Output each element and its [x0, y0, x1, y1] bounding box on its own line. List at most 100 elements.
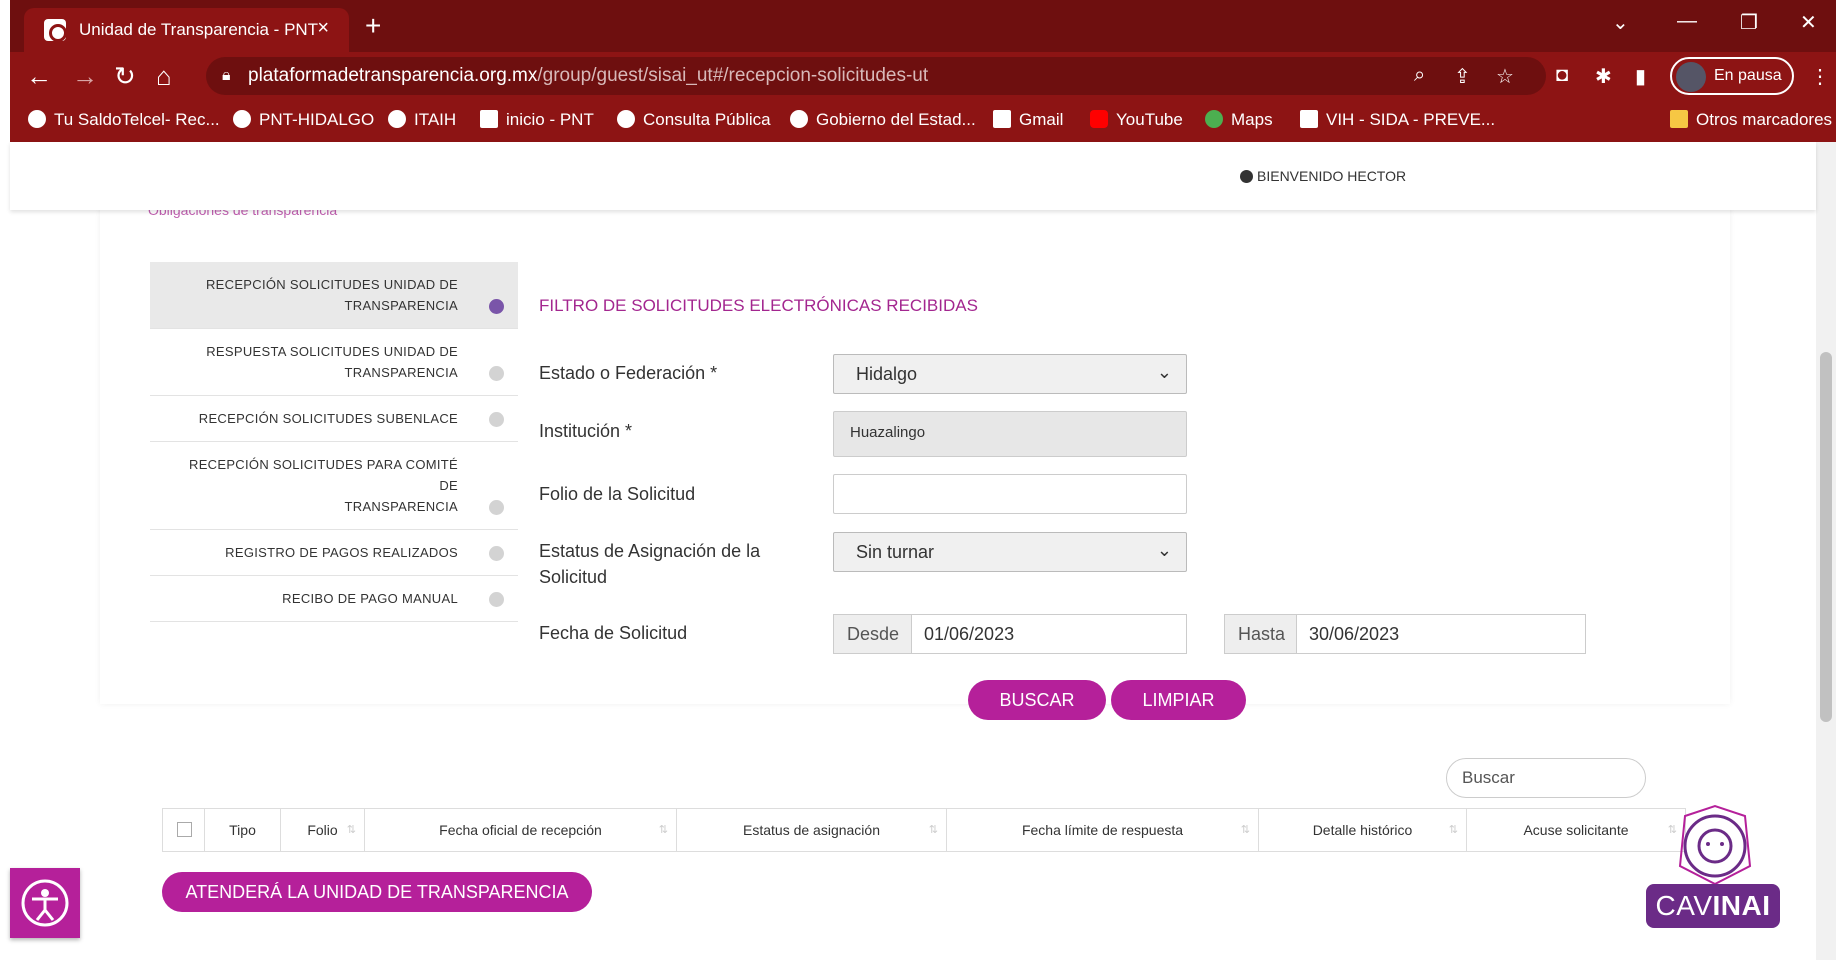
estatus-label: Estatus de Asignación de la Solicitud: [539, 538, 760, 590]
bookmark-item[interactable]: VIH - SIDA - PREVE...: [1300, 110, 1495, 130]
back-icon[interactable]: ←: [26, 61, 52, 92]
bookmark-item[interactable]: YouTube: [1090, 110, 1183, 130]
globe-icon: [617, 110, 635, 128]
side-panel-icon[interactable]: ▮: [1635, 64, 1646, 89]
cavinai-logo: CAVINAI: [1646, 884, 1780, 928]
side-menu: RECEPCIÓN SOLICITUDES UNIDAD DE TRANSPARE…: [150, 262, 518, 622]
column-label: Estatus de asignación: [743, 822, 880, 838]
menu-item-recepcion-ut[interactable]: RECEPCIÓN SOLICITUDES UNIDAD DE TRANSPARE…: [150, 262, 518, 329]
reload-icon[interactable]: ↻: [114, 61, 136, 92]
bookmark-item[interactable]: inicio - PNT: [480, 110, 594, 130]
cavinai-chatbot[interactable]: CAVINAI: [1640, 796, 1790, 936]
hasta-label: Hasta: [1238, 624, 1286, 644]
youtube-icon: [1090, 110, 1108, 128]
sort-icon: ⇅: [346, 824, 356, 836]
welcome-user[interactable]: BIENVENIDO HECTOR: [1240, 168, 1406, 184]
url-host: plataformadetransparencia.org.mx: [248, 65, 538, 86]
hasta-group[interactable]: Hasta 30/06/2023: [1224, 614, 1586, 654]
attend-ut-button[interactable]: ATENDERÁ LA UNIDAD DE TRANSPARENCIA: [162, 872, 592, 912]
desde-group[interactable]: Desde 01/06/2023: [833, 614, 1187, 654]
menu-icon[interactable]: ⋮: [1810, 64, 1830, 89]
globe-icon: [28, 110, 46, 128]
url-text: plataformadetransparencia.org.mx/group/g…: [248, 65, 928, 87]
pnt-favicon-icon: [44, 19, 67, 42]
share-icon[interactable]: ⇪: [1454, 64, 1471, 89]
folio-input[interactable]: [833, 474, 1187, 514]
extensions-icon[interactable]: ✱: [1595, 64, 1612, 89]
sort-icon: ⇅: [1240, 824, 1250, 836]
bookmark-label: Tu SaldoTelcel- Rec...: [54, 110, 220, 129]
bookmark-label: PNT-HIDALGO: [259, 110, 375, 129]
select-all-checkbox[interactable]: [177, 822, 192, 837]
menu-item-pagos[interactable]: REGISTRO DE PAGOS REALIZADOS: [150, 530, 518, 576]
scroll-thumb[interactable]: [1820, 352, 1832, 722]
status-dot-icon: [489, 299, 504, 314]
bookmark-label: ITAIH: [414, 110, 457, 129]
bookmark-label: VIH - SIDA - PREVE...: [1326, 110, 1496, 129]
home-icon[interactable]: ⌂: [156, 61, 172, 92]
select-all-cell: [163, 809, 205, 851]
hasta-input[interactable]: 30/06/2023: [1309, 624, 1399, 645]
menu-item-label: TRANSPARENCIA: [344, 365, 458, 380]
estatus-select[interactable]: Sin turnar ⌄: [833, 532, 1187, 572]
cavinai-right: INAI: [1712, 890, 1771, 921]
column-header[interactable]: Estatus de asignación ⇅: [677, 809, 947, 851]
gmail-icon: [993, 110, 1011, 128]
avatar: [1676, 62, 1706, 92]
bookmark-label: Maps: [1231, 110, 1273, 129]
column-header[interactable]: Folio ⇅: [281, 809, 365, 851]
close-window-icon[interactable]: ✕: [1800, 10, 1817, 35]
status-dot-icon: [489, 500, 504, 515]
bookmark-item[interactable]: PNT-HIDALGO: [233, 110, 374, 130]
profile-button[interactable]: En pausa: [1670, 57, 1794, 95]
tab-close-icon[interactable]: ×: [317, 17, 329, 40]
buscar-button[interactable]: BUSCAR: [968, 680, 1106, 720]
menu-item-comite[interactable]: RECEPCIÓN SOLICITUDES PARA COMITÉ DE TRAN…: [150, 442, 518, 530]
forward-icon[interactable]: →: [72, 61, 98, 92]
lock-icon: 🔒︎: [222, 67, 231, 84]
bookmark-label: Gobierno del Estad...: [816, 110, 976, 129]
column-header[interactable]: Tipo: [205, 809, 281, 851]
new-tab-icon[interactable]: +: [365, 10, 381, 42]
institucion-field: Huazalingo: [833, 411, 1187, 457]
address-bar[interactable]: 🔒︎ plataformadetransparencia.org.mx/grou…: [206, 57, 1546, 95]
bookmark-item[interactable]: Gmail: [993, 110, 1063, 130]
bookmark-item[interactable]: Tu SaldoTelcel- Rec...: [28, 110, 220, 130]
cavinai-left: CAV: [1655, 890, 1713, 921]
column-label: Fecha oficial de recepción: [439, 822, 602, 838]
column-header[interactable]: Detalle histórico ⇅: [1259, 809, 1467, 851]
estatus-label-line: Solicitud: [539, 567, 608, 587]
estado-label: Estado o Federación *: [539, 363, 718, 383]
globe-icon: [233, 110, 251, 128]
restore-icon[interactable]: ❐: [1740, 10, 1758, 35]
other-bookmarks[interactable]: Otros marcadores: [1670, 110, 1832, 130]
pocket-icon[interactable]: ◘: [1556, 64, 1568, 87]
menu-item-subenlace[interactable]: RECEPCIÓN SOLICITUDES SUBENLACE: [150, 396, 518, 442]
welcome-text: BIENVENIDO HECTOR: [1257, 168, 1407, 184]
page-scrollbar[interactable]: [1816, 142, 1836, 960]
menu-item-recibo[interactable]: RECIBO DE PAGO MANUAL: [150, 576, 518, 622]
column-header[interactable]: Fecha límite de respuesta ⇅: [947, 809, 1259, 851]
url-path: /group/guest/sisai_ut#/recepcion-solicit…: [537, 65, 929, 86]
minimize-icon[interactable]: —: [1677, 10, 1697, 33]
zoom-icon[interactable]: ⌕: [1414, 64, 1425, 87]
bookmark-star-icon[interactable]: ☆: [1496, 64, 1514, 89]
column-label: Detalle histórico: [1312, 822, 1413, 838]
bookmark-item[interactable]: Maps: [1205, 110, 1273, 130]
menu-item-respuesta-ut[interactable]: RESPUESTA SOLICITUDES UNIDAD DE TRANSPARE…: [150, 329, 518, 396]
active-tab[interactable]: Unidad de Transparencia - PNT ×: [24, 8, 349, 52]
bookmark-item[interactable]: Gobierno del Estad...: [790, 110, 976, 130]
fecha-label: Fecha de Solicitud: [539, 623, 688, 643]
column-header[interactable]: Fecha oficial de recepción ⇅: [365, 809, 677, 851]
limpiar-button[interactable]: LIMPIAR: [1111, 680, 1246, 720]
bookmark-item[interactable]: ITAIH: [388, 110, 456, 130]
estado-select[interactable]: Hidalgo ⌄: [833, 354, 1187, 394]
bookmark-label: YouTube: [1116, 110, 1183, 129]
tab-search-icon[interactable]: ⌄: [1612, 10, 1629, 35]
bookmark-item[interactable]: Consulta Pública: [617, 110, 771, 130]
site-header: BIENVENIDO HECTOR: [10, 142, 1816, 210]
menu-item-label: RESPUESTA SOLICITUDES UNIDAD DE: [206, 344, 458, 359]
accessibility-button[interactable]: [10, 868, 80, 938]
desde-input[interactable]: 01/06/2023: [924, 624, 1014, 645]
table-search-input[interactable]: Buscar: [1446, 758, 1646, 798]
